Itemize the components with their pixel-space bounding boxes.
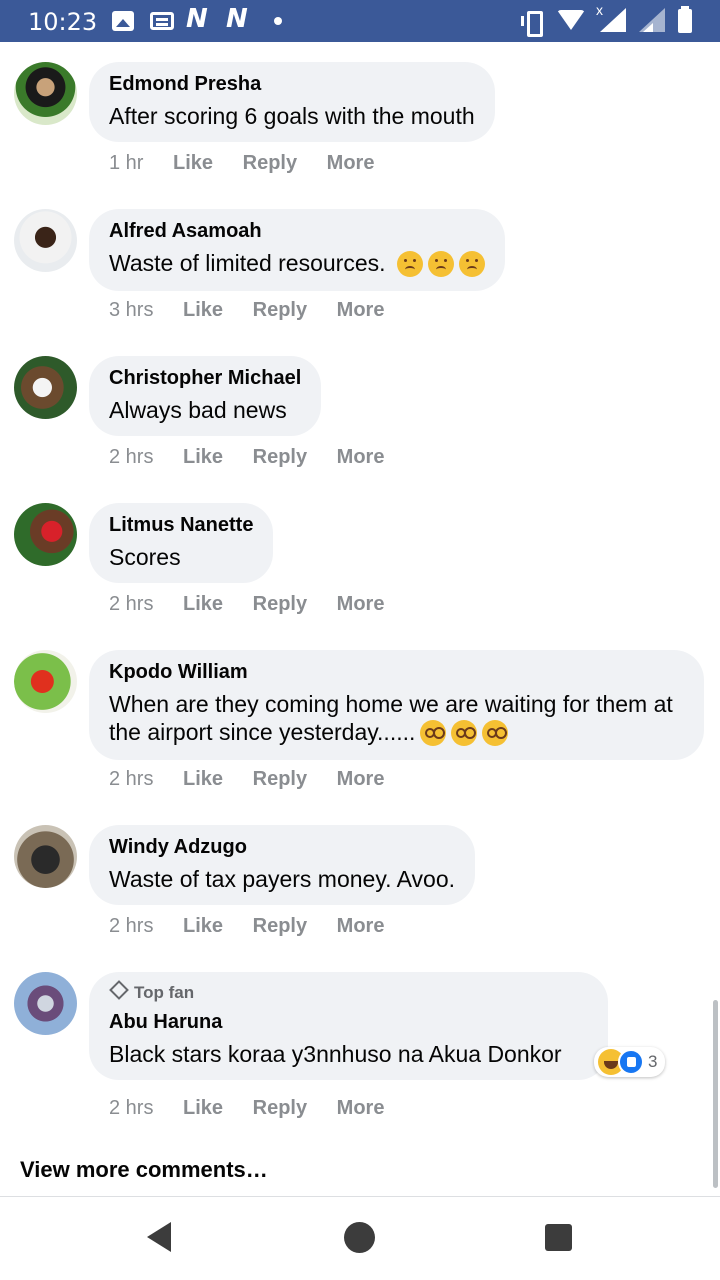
avatar[interactable]	[14, 825, 77, 888]
vibrate-icon	[521, 11, 543, 37]
more-button[interactable]: More	[327, 152, 375, 175]
signal-icon	[637, 8, 665, 32]
like-button[interactable]: Like	[183, 299, 223, 322]
comment-bubble: Kpodo William When are they coming home …	[89, 650, 704, 760]
monocle-emoji-icon	[420, 719, 447, 746]
comment-actions: 3 hrs Like Reply More	[109, 299, 408, 322]
gallery-icon	[112, 11, 134, 31]
comment-time: 2 hrs	[109, 446, 154, 468]
like-button[interactable]: Like	[183, 915, 223, 938]
comment-bubble: Windy Adzugo Waste of tax payers money. …	[89, 825, 476, 905]
comment-bubble: Alfred Asamoah Waste of limited resource…	[89, 209, 505, 291]
comment-actions: 2 hrs Like Reply More	[109, 915, 408, 938]
comment-author[interactable]: Christopher Michael	[109, 366, 301, 390]
like-button[interactable]: Like	[183, 446, 223, 469]
comment-actions: 2 hrs Like Reply More	[109, 593, 408, 616]
reply-button[interactable]: Reply	[253, 593, 307, 616]
like-reaction-icon	[618, 1049, 644, 1075]
emoji-group	[415, 719, 509, 748]
comment-text: Black stars koraa y3nnhuso na Akua Donko…	[109, 1041, 562, 1067]
comment-author[interactable]: Alfred Asamoah	[109, 219, 485, 243]
notification-dot-icon	[274, 17, 282, 25]
comment-author[interactable]: Edmond Presha	[109, 72, 475, 96]
comment-author[interactable]: Kpodo William	[109, 660, 684, 684]
emoji-group	[386, 250, 485, 279]
more-button[interactable]: More	[337, 299, 385, 322]
n-icon: N	[186, 4, 208, 34]
reply-button[interactable]: Reply	[253, 915, 307, 938]
scrollbar[interactable]	[713, 1000, 718, 1188]
like-button[interactable]: Like	[183, 768, 223, 791]
navigation-bar	[0, 1197, 720, 1280]
comment-author[interactable]: Litmus Nanette	[109, 513, 253, 537]
back-icon[interactable]	[147, 1222, 171, 1252]
comment-bubble: Litmus Nanette Scores	[89, 503, 274, 583]
reaction-count: 3	[648, 1052, 658, 1071]
diamond-icon	[109, 980, 129, 1000]
reply-button[interactable]: Reply	[253, 1097, 307, 1120]
like-button[interactable]: Like	[183, 593, 223, 616]
news-icon	[150, 12, 174, 30]
more-button[interactable]: More	[337, 915, 385, 938]
status-time: 10:23	[28, 8, 98, 36]
comment-text: Waste of tax payers money. Avoo.	[109, 866, 456, 892]
more-button[interactable]: More	[337, 446, 385, 469]
comment-text-content: Waste of limited resources.	[109, 250, 386, 276]
reply-button[interactable]: Reply	[253, 768, 307, 791]
comment-text: When are they coming home we are waiting…	[109, 690, 684, 748]
comment-bubble: Top fan Abu Haruna Black stars koraa y3n…	[89, 972, 608, 1080]
top-fan-badge: Top fan	[109, 980, 588, 1004]
reply-button[interactable]: Reply	[253, 299, 307, 322]
avatar[interactable]	[14, 972, 77, 1035]
comment-time: 3 hrs	[109, 299, 154, 321]
more-button[interactable]: More	[337, 593, 385, 616]
sad-emoji-icon	[427, 250, 454, 277]
status-bar: 10:23 N N x	[0, 0, 720, 42]
like-button[interactable]: Like	[173, 152, 213, 175]
view-more-comments-link[interactable]: View more comments…	[20, 1157, 268, 1183]
comment-text: Always bad news	[109, 397, 287, 423]
like-button[interactable]: Like	[183, 1097, 223, 1120]
sad-emoji-icon	[458, 250, 485, 277]
comment-text-content: When are they coming home we are waiting…	[109, 691, 673, 745]
monocle-emoji-icon	[451, 719, 478, 746]
comment-bubble: Edmond Presha After scoring 6 goals with…	[89, 62, 495, 142]
comment-actions: 2 hrs Like Reply More	[109, 446, 408, 469]
comment-time: 2 hrs	[109, 768, 154, 790]
reply-button[interactable]: Reply	[243, 152, 297, 175]
comment-time: 2 hrs	[109, 1097, 154, 1119]
reaction-summary[interactable]: 3	[594, 1047, 666, 1077]
avatar[interactable]	[14, 503, 77, 566]
comment-text: Waste of limited resources.	[109, 249, 485, 279]
top-fan-label: Top fan	[134, 983, 195, 1002]
comment-actions: 1 hr Like Reply More	[109, 152, 398, 175]
home-icon[interactable]	[344, 1222, 375, 1253]
comment-text: Scores	[109, 544, 181, 570]
avatar[interactable]	[14, 650, 77, 713]
wifi-icon	[557, 10, 585, 32]
comment-text: After scoring 6 goals with the mouth	[109, 103, 475, 129]
comment-author[interactable]: Windy Adzugo	[109, 835, 455, 859]
comment-actions: 2 hrs Like Reply More	[109, 1097, 408, 1120]
comment-bubble: Christopher Michael Always bad news	[89, 356, 322, 436]
avatar[interactable]	[14, 356, 77, 419]
more-button[interactable]: More	[337, 768, 385, 791]
n-icon: N	[226, 4, 248, 34]
monocle-emoji-icon	[482, 719, 509, 746]
comment-time: 1 hr	[109, 152, 144, 174]
battery-icon	[678, 6, 692, 33]
more-button[interactable]: More	[337, 1097, 385, 1120]
avatar[interactable]	[14, 62, 77, 125]
comment-time: 2 hrs	[109, 593, 154, 615]
signal-icon: x	[596, 2, 626, 32]
recents-icon[interactable]	[545, 1224, 572, 1251]
comment-author[interactable]: Abu Haruna	[109, 1010, 588, 1034]
comment-time: 2 hrs	[109, 915, 154, 937]
reply-button[interactable]: Reply	[253, 446, 307, 469]
avatar[interactable]	[14, 209, 77, 272]
no-data-icon: x	[596, 2, 603, 18]
sad-emoji-icon	[396, 250, 423, 277]
comment-actions: 2 hrs Like Reply More	[109, 768, 408, 791]
